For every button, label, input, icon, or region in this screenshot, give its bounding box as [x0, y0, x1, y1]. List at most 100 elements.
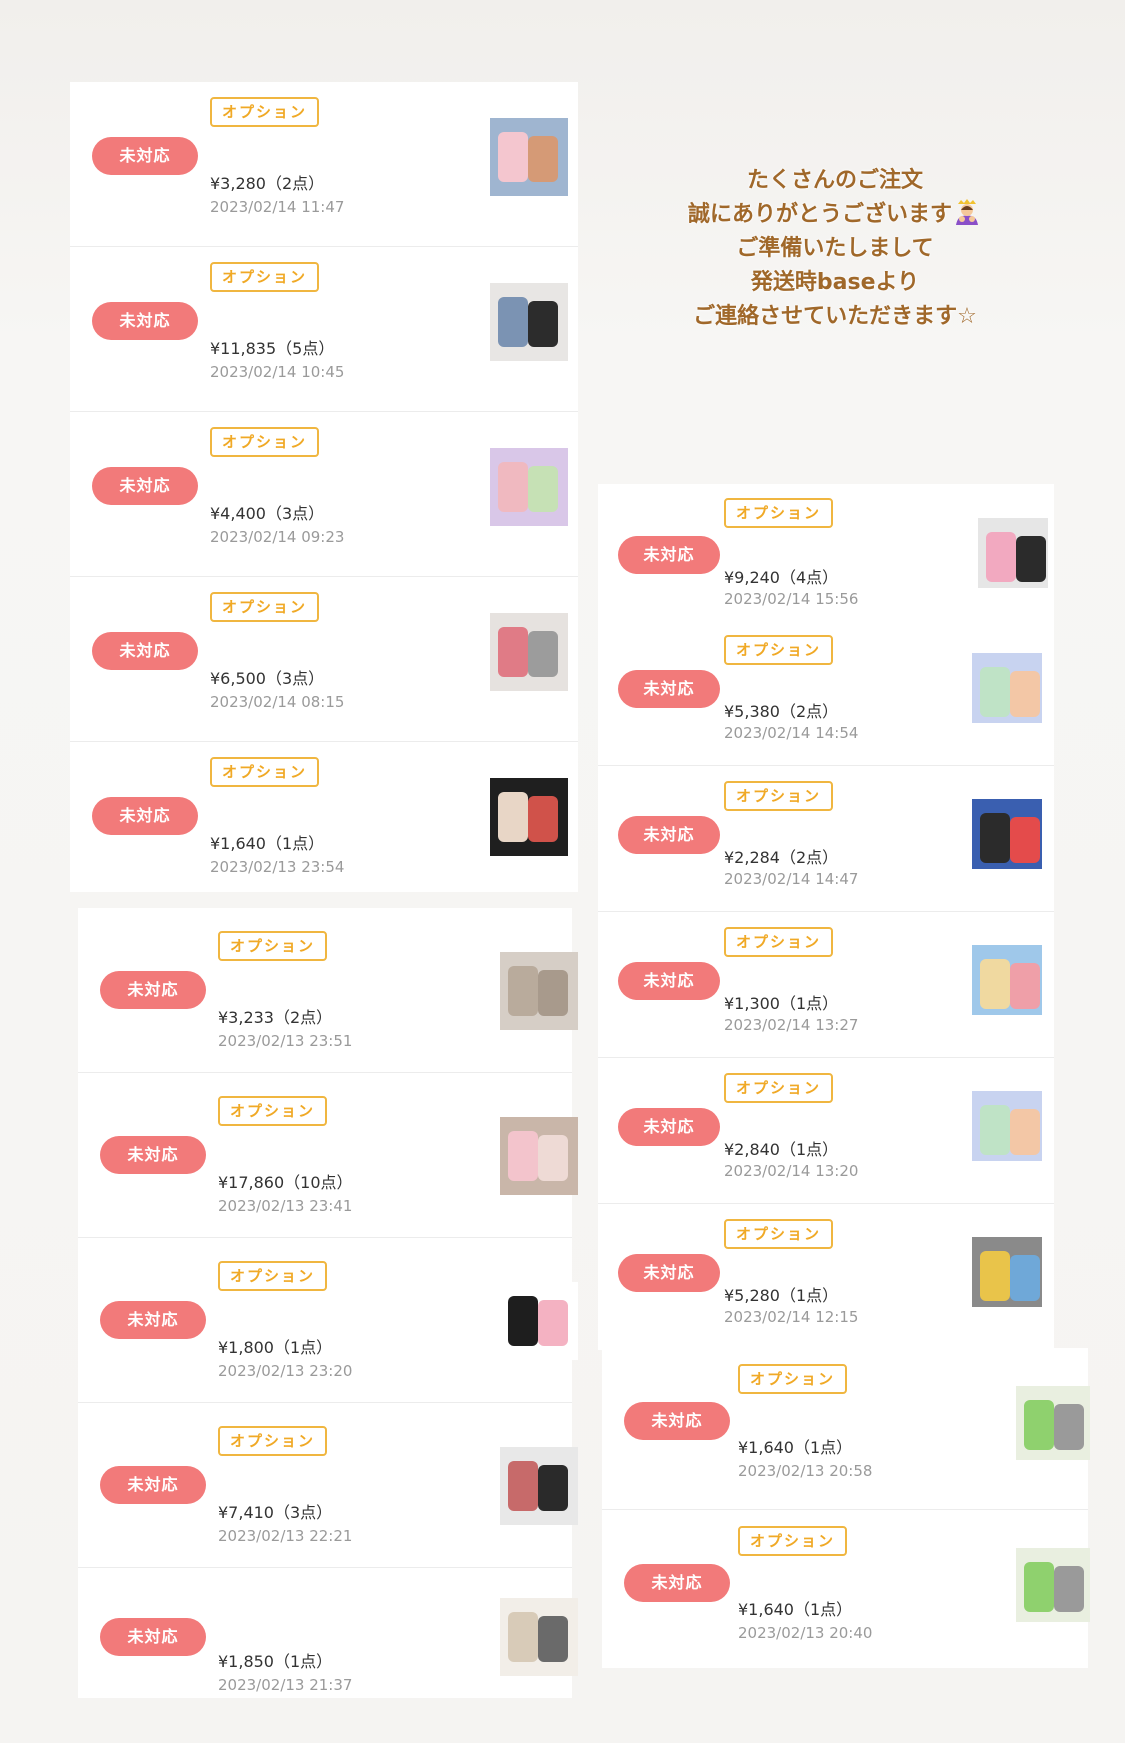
- jacket-thumbnail[interactable]: [490, 613, 568, 691]
- product-shape: [1010, 817, 1040, 863]
- order-card[interactable]: 未対応 オプション ¥7,410（3点） 2023/02/13 22:21: [78, 1403, 578, 1568]
- order-card[interactable]: 未対応 オプション ¥5,380（2点） 2023/02/14 14:54: [598, 620, 1054, 766]
- option-tag: オプション: [738, 1526, 848, 1556]
- message-line-4: 発送時baseより: [750, 270, 920, 295]
- option-tag: オプション: [210, 757, 320, 787]
- order-card[interactable]: 未対応 オプション ¥1,800（1点） 2023/02/13 23:20: [78, 1238, 578, 1403]
- status-badge: 未対応: [618, 1108, 720, 1146]
- option-tag: オプション: [724, 927, 834, 957]
- print-tees-thumbnail[interactable]: [972, 945, 1042, 1015]
- order-date: 2023/02/14 08:15: [210, 693, 345, 711]
- product-shape: [538, 1135, 568, 1181]
- order-card[interactable]: 未対応 オプション ¥5,280（1点） 2023/02/14 12:15: [598, 1204, 1054, 1350]
- product-shape: [1024, 1400, 1054, 1450]
- order-price: ¥6,500（3点）: [210, 669, 325, 688]
- order-card[interactable]: 未対応 オプション ¥2,284（2点） 2023/02/14 14:47: [598, 766, 1054, 912]
- option-tag: オプション: [218, 1096, 328, 1126]
- product-shape: [1010, 963, 1040, 1009]
- product-shape: [980, 813, 1010, 863]
- option-tag: オプション: [724, 635, 834, 665]
- status-badge: 未対応: [100, 1136, 206, 1174]
- order-card[interactable]: 未対応 オプション ¥1,640（1点） 2023/02/13 23:54: [70, 742, 578, 907]
- hoodies-thumbnail[interactable]: [972, 1237, 1042, 1307]
- order-date: 2023/02/13 20:40: [738, 1624, 873, 1642]
- order-card[interactable]: 未対応 オプション ¥11,835（5点） 2023/02/14 10:45: [70, 247, 578, 412]
- product-shape: [538, 1616, 568, 1662]
- product-shape: [528, 136, 558, 182]
- product-shape: [498, 627, 528, 677]
- status-badge: 未対応: [618, 670, 720, 708]
- order-card[interactable]: 未対応 オプション ¥1,300（1点） 2023/02/14 13:27: [598, 912, 1054, 1058]
- checker-blanket-thumbnail[interactable]: [500, 1447, 578, 1525]
- order-price: ¥1,800（1点）: [218, 1338, 333, 1357]
- baby-clothes-thumbnail[interactable]: [490, 118, 568, 196]
- message-line-5: ご連絡させていただきます☆: [693, 304, 977, 329]
- product-shape: [508, 1461, 538, 1511]
- order-card[interactable]: 未対応 オプション ¥1,640（1点） 2023/02/13 20:58: [602, 1348, 1090, 1510]
- socks-thumbnail[interactable]: [500, 1598, 578, 1676]
- order-price: ¥1,640（1点）: [738, 1600, 853, 1619]
- pink-pants-thumbnail[interactable]: [978, 518, 1048, 588]
- product-shape: [498, 462, 528, 512]
- product-shape: [528, 796, 558, 842]
- pants-thumbnail[interactable]: [490, 283, 568, 361]
- order-price: ¥5,380（2点）: [724, 702, 839, 721]
- pastel-set-thumbnail[interactable]: [972, 1091, 1042, 1161]
- order-card[interactable]: 未対応 オプション ¥3,280（2点） 2023/02/14 11:47: [70, 82, 578, 247]
- tshirts-thumbnail[interactable]: [490, 448, 568, 526]
- order-price: ¥1,300（1点）: [724, 994, 839, 1013]
- product-shape: [508, 1612, 538, 1662]
- thank-you-message: たくさんのご注文 誠にありがとうございます ご準備いたしまして 発送時baseよ…: [640, 164, 1030, 334]
- order-price: ¥9,240（4点）: [724, 568, 839, 587]
- order-date: 2023/02/14 13:20: [724, 1162, 859, 1180]
- option-tag: オプション: [724, 781, 834, 811]
- order-price: ¥11,835（5点）: [210, 339, 335, 358]
- status-badge: 未対応: [624, 1402, 730, 1440]
- order-price: ¥4,400（3点）: [210, 504, 325, 523]
- order-card[interactable]: 未対応 オプション ¥2,840（1点） 2023/02/14 13:20: [598, 1058, 1054, 1204]
- product-shape: [528, 631, 558, 677]
- message-line-3: ご準備いたしまして: [736, 236, 934, 261]
- order-list-right-bottom: 未対応 オプション ¥1,640（1点） 2023/02/13 20:58 未対応 オプシ…: [602, 1348, 1090, 1668]
- option-tag: オプション: [210, 427, 320, 457]
- product-shape: [538, 970, 568, 1016]
- option-tag: オプション: [724, 498, 834, 528]
- option-tag: オプション: [210, 592, 320, 622]
- order-date: 2023/02/13 23:41: [218, 1197, 353, 1215]
- raglan-tees-thumbnail[interactable]: [972, 799, 1042, 869]
- product-shape: [508, 1296, 538, 1346]
- order-card[interactable]: 未対応 オプション ¥3,233（2点） 2023/02/13 23:51: [78, 908, 578, 1073]
- order-date: 2023/02/14 10:45: [210, 363, 345, 381]
- option-tag: オプション: [210, 97, 320, 127]
- order-card[interactable]: 未対応 ¥1,850（1点） 2023/02/13 21:37: [78, 1568, 578, 1733]
- product-shape: [528, 466, 558, 512]
- order-card[interactable]: 未対応 オプション ¥1,640（1点） 2023/02/13 20:40: [602, 1510, 1090, 1672]
- order-card[interactable]: 未対応 オプション ¥6,500（3点） 2023/02/14 08:15: [70, 577, 578, 742]
- status-badge: 未対応: [624, 1564, 730, 1602]
- pink-top-thumbnail[interactable]: [500, 1117, 578, 1195]
- status-badge: 未対応: [92, 137, 198, 175]
- order-price: ¥2,284（2点）: [724, 848, 839, 867]
- order-card[interactable]: 未対応 オプション ¥9,240（4点） 2023/02/14 15:56: [598, 484, 1054, 620]
- product-shape: [1016, 536, 1046, 582]
- pastel-set-thumbnail[interactable]: [972, 653, 1042, 723]
- product-shape: [1054, 1404, 1084, 1450]
- order-date: 2023/02/13 23:51: [218, 1032, 353, 1050]
- knit-thumbnail[interactable]: [500, 952, 578, 1030]
- status-badge: 未対応: [618, 1254, 720, 1292]
- option-tag: オプション: [724, 1219, 834, 1249]
- dino-set-thumbnail[interactable]: [1016, 1386, 1090, 1460]
- order-price: ¥2,840（1点）: [724, 1140, 839, 1159]
- character-tops-thumbnail[interactable]: [500, 1282, 578, 1360]
- sweatshirts-thumbnail[interactable]: [490, 778, 568, 856]
- dino-set-thumbnail[interactable]: [1016, 1548, 1090, 1622]
- message-line-1: たくさんのご注文: [746, 168, 923, 193]
- status-badge: 未対応: [100, 1466, 206, 1504]
- order-price: ¥7,410（3点）: [218, 1503, 333, 1522]
- order-date: 2023/02/14 14:47: [724, 870, 859, 888]
- order-date: 2023/02/14 13:27: [724, 1016, 859, 1034]
- order-card[interactable]: 未対応 オプション ¥17,860（10点） 2023/02/13 23:41: [78, 1073, 578, 1238]
- option-tag: オプション: [218, 1426, 328, 1456]
- order-card[interactable]: 未対応 オプション ¥4,400（3点） 2023/02/14 09:23: [70, 412, 578, 577]
- product-shape: [980, 959, 1010, 1009]
